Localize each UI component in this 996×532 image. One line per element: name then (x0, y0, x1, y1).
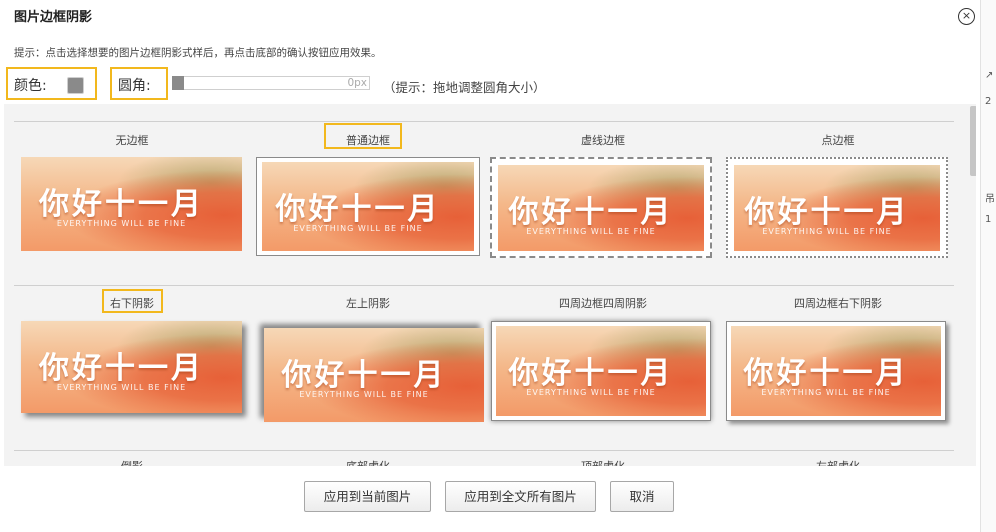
apply-all-button[interactable]: 应用到全文所有图片 (445, 481, 596, 512)
close-icon[interactable]: × (958, 8, 975, 25)
style-label-border-br-shadow[interactable]: 四周边框右下阴影 (723, 295, 953, 311)
row-divider (14, 285, 954, 286)
slider-handle[interactable] (172, 76, 184, 90)
radius-value: 0px (347, 77, 367, 89)
style-label-bottom-fade[interactable]: 底部虚化 (253, 458, 483, 466)
color-option: 颜色: (6, 67, 97, 100)
radius-label: 圆角: (118, 78, 151, 94)
style-none[interactable]: 你好十一月 EVERYTHING WILL BE FINE (21, 157, 242, 251)
style-dashed-border[interactable]: 你好十一月 EVERYTHING WILL BE FINE (490, 157, 712, 258)
style-label-dashed-border[interactable]: 虚线边框 (488, 132, 718, 148)
color-label: 颜色: (14, 78, 47, 94)
row-divider (14, 450, 954, 451)
background-page-edge: ↗ 2 吊 1 (980, 0, 996, 532)
style-label-left-fade[interactable]: 左部虚化 (723, 458, 953, 466)
scrollbar-thumb[interactable] (970, 106, 976, 176)
highlight-plain-border (324, 123, 402, 149)
style-plain-border[interactable]: 你好十一月 EVERYTHING WILL BE FINE (256, 157, 480, 256)
cancel-button[interactable]: 取消 (610, 481, 674, 512)
color-swatch[interactable] (67, 77, 84, 94)
style-label-top-fade[interactable]: 顶部虚化 (488, 458, 718, 466)
style-label-border-all-shadow[interactable]: 四周边框四周阴影 (488, 295, 718, 311)
dialog-title: 图片边框阴影 (14, 10, 93, 25)
style-top-left-shadow[interactable]: 你好十一月 EVERYTHING WILL BE FINE (264, 328, 484, 422)
style-label-reflection[interactable]: 倒影 (17, 458, 247, 466)
style-label-none[interactable]: 无边框 (17, 132, 247, 148)
style-gallery: 无边框 普通边框 虚线边框 点边框 你好十一月 EVERYTHING WILL B… (4, 104, 976, 466)
usage-hint: 提示：点击选择想要的图片边框阴影式样后，再点击底部的确认按钮应用效果。 (14, 47, 382, 59)
gallery-scrollbar[interactable] (966, 104, 976, 466)
style-label-top-left-shadow[interactable]: 左上阴影 (253, 295, 483, 311)
style-label-dotted-border[interactable]: 点边框 (723, 132, 953, 148)
border-shadow-dialog: 图片边框阴影 × 提示：点击选择想要的图片边框阴影式样后，再点击底部的确认按钮应… (0, 0, 980, 532)
radius-slider[interactable]: 0px (172, 76, 370, 90)
style-dotted-border[interactable]: 你好十一月 EVERYTHING WILL BE FINE (726, 157, 948, 258)
apply-current-button[interactable]: 应用到当前图片 (304, 481, 431, 512)
highlight-bottom-right-shadow (102, 289, 163, 313)
style-border-br-shadow[interactable]: 你好十一月 EVERYTHING WILL BE FINE (726, 321, 946, 421)
style-border-all-shadow[interactable]: 你好十一月 EVERYTHING WILL BE FINE (491, 321, 711, 421)
style-bottom-right-shadow[interactable]: 你好十一月 EVERYTHING WILL BE FINE (21, 321, 242, 413)
row-divider (14, 121, 954, 122)
radius-option: 圆角: (110, 67, 168, 100)
radius-hint: （提示：拖地调整圆角大小） (383, 80, 546, 95)
